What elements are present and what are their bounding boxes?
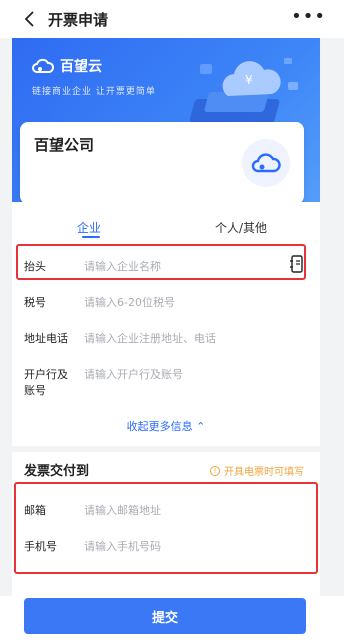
bank-account-label-line1: 开户行及 bbox=[24, 368, 68, 381]
company-logo bbox=[242, 139, 290, 187]
svg-text:¥: ¥ bbox=[245, 73, 253, 87]
back-arrow-icon[interactable] bbox=[20, 9, 40, 29]
tax-number-label: 税号 bbox=[24, 296, 46, 309]
brand-slogan: 链接商业企业 让开票更简单 bbox=[32, 87, 156, 97]
bank-account-input[interactable]: 请输入开户行及账号 bbox=[84, 366, 183, 382]
bottom-action-bar: 提交 bbox=[0, 596, 344, 644]
address-phone-input[interactable]: 请输入企业注册地址、电话 bbox=[84, 330, 216, 346]
info-icon: ! bbox=[210, 465, 220, 476]
title-highlight-box bbox=[16, 244, 306, 280]
tax-number-input[interactable]: 请输入6-20位税号 bbox=[84, 294, 175, 310]
tab-company[interactable]: 企业 bbox=[77, 219, 101, 236]
tab-personal-other[interactable]: 个人/其他 bbox=[215, 219, 267, 236]
collapse-more-info-link[interactable]: 收起更多信息 ⌃ bbox=[12, 418, 320, 434]
address-phone-row: 地址电话 请输入企业注册地址、电话 bbox=[12, 330, 320, 354]
company-name: 百望公司 bbox=[34, 136, 95, 154]
delivery-note: ! 开具电票时可填写 bbox=[210, 463, 304, 478]
navigation-bar: 开票申请 ••• bbox=[0, 0, 344, 38]
brand-name: 百望云 bbox=[60, 59, 102, 75]
bank-account-row: 开户行及 账号 请输入开户行及账号 bbox=[12, 366, 320, 402]
more-options-icon[interactable]: ••• bbox=[291, 6, 326, 27]
bank-account-label-line2: 账号 bbox=[24, 384, 46, 397]
company-card: 百望公司 bbox=[20, 122, 304, 204]
submit-button[interactable]: 提交 bbox=[24, 598, 306, 634]
invoice-type-tabs: 企业 个人/其他 bbox=[12, 202, 320, 242]
brand-logo: 百望云 bbox=[32, 56, 102, 76]
delivery-highlight-box bbox=[14, 482, 318, 574]
page-title: 开票申请 bbox=[48, 11, 109, 29]
tax-number-row: 税号 请输入6-20位税号 bbox=[12, 294, 320, 318]
cloud-icon bbox=[251, 153, 281, 173]
invoice-form: 企业 个人/其他 抬头 请输入企业名称 税号 请输入6-20位税号 地址电话 请… bbox=[12, 202, 320, 446]
tab-active-indicator bbox=[82, 236, 100, 238]
delivery-title: 发票交付到 bbox=[24, 464, 90, 479]
address-phone-label: 地址电话 bbox=[24, 332, 68, 345]
cloud-logo-icon bbox=[32, 58, 54, 73]
delivery-note-text: 开具电票时可填写 bbox=[224, 467, 304, 478]
